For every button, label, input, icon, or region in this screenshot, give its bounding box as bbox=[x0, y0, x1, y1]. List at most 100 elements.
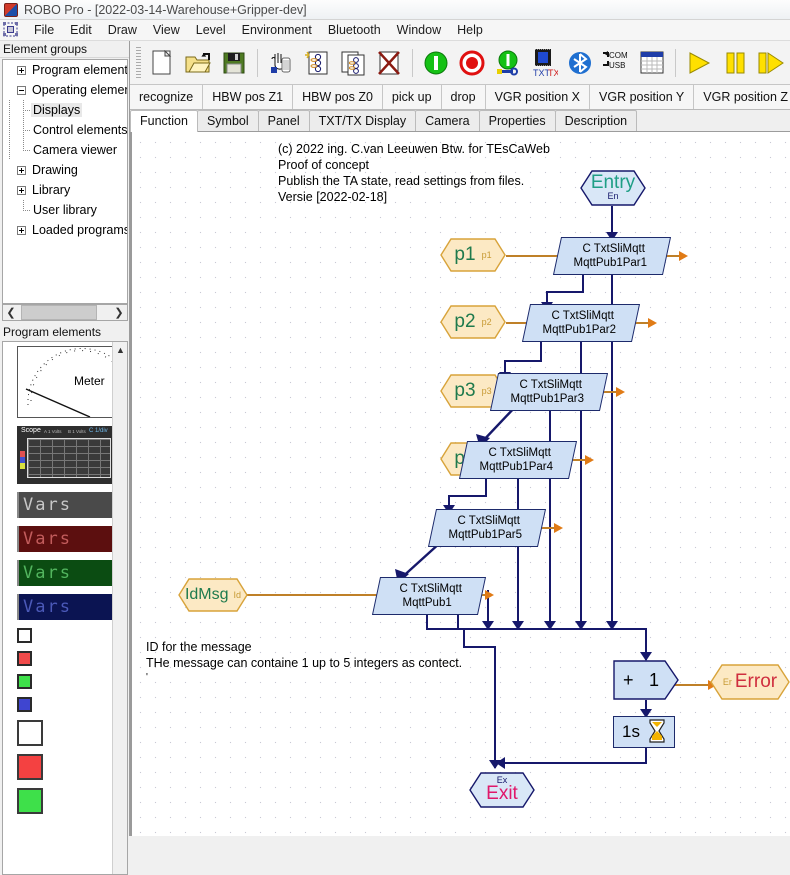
exit-node[interactable]: Ex Exit bbox=[469, 772, 535, 808]
palette-item-text-display-gray[interactable]: Vars bbox=[17, 492, 113, 518]
expand-icon[interactable] bbox=[17, 225, 26, 235]
block-line-2: MqttPub1Par3 bbox=[510, 393, 585, 405]
palette-item-text-display-red[interactable]: Vars bbox=[17, 526, 113, 552]
tree-horizontal-scrollbar[interactable]: ❮ ❯ bbox=[2, 304, 128, 321]
counter-node[interactable]: + 1 bbox=[613, 660, 679, 700]
palette-item-lamp-red-small[interactable] bbox=[17, 651, 113, 666]
scrollbar-track[interactable] bbox=[19, 305, 111, 320]
level-tab-pick-up[interactable]: pick up bbox=[382, 85, 442, 109]
scroll-left-icon[interactable]: ❮ bbox=[3, 305, 19, 320]
palette-item-lamp-green-large[interactable] bbox=[17, 788, 113, 814]
arrow-right-orange-icon bbox=[679, 251, 688, 261]
tab-symbol[interactable]: Symbol bbox=[196, 110, 259, 131]
tree-item-library[interactable]: Library bbox=[3, 180, 127, 200]
tab-camera[interactable]: Camera bbox=[415, 110, 480, 131]
toolbar-grip[interactable] bbox=[136, 46, 141, 79]
block-mqttpub1par3[interactable]: C TxtSliMqtt MqttPub1Par3 bbox=[489, 373, 609, 411]
menu-item-environment[interactable]: Environment bbox=[234, 21, 320, 39]
block-mqttpub1par1[interactable]: C TxtSliMqtt MqttPub1Par1 bbox=[552, 237, 672, 275]
pause-button[interactable] bbox=[718, 45, 752, 81]
level-tab-recognize[interactable]: recognize bbox=[130, 85, 204, 109]
tab-properties[interactable]: Properties bbox=[478, 110, 556, 131]
palette-item-text-display-blue[interactable]: Vars bbox=[17, 594, 113, 620]
scroll-right-icon[interactable]: ❯ bbox=[111, 305, 127, 320]
tree-item-displays[interactable]: Displays bbox=[3, 100, 127, 120]
tree-item-program-elements[interactable]: Program elements bbox=[3, 60, 127, 80]
palette-item-lamp-white-large[interactable] bbox=[17, 720, 113, 746]
block-mqttpub1par2[interactable]: C TxtSliMqtt MqttPub1Par2 bbox=[521, 304, 641, 342]
level-tab-hbw-pos-z0[interactable]: HBW pos Z0 bbox=[293, 85, 383, 109]
level-tab-vgr-position-z[interactable]: VGR position Z bbox=[694, 85, 790, 109]
level-tab-vgr-position-y[interactable]: VGR position Y bbox=[590, 85, 695, 109]
expand-icon[interactable] bbox=[17, 165, 26, 175]
tree-item-drawing[interactable]: Drawing bbox=[3, 160, 127, 180]
tree-item-operating-elements[interactable]: Operating elements bbox=[3, 80, 127, 100]
run-button[interactable] bbox=[682, 45, 716, 81]
open-file-button[interactable] bbox=[181, 45, 215, 81]
tab-panel[interactable]: Panel bbox=[257, 110, 310, 131]
scroll-up-icon[interactable]: ▲ bbox=[113, 342, 127, 357]
level-tab-vgr-position-x[interactable]: VGR position X bbox=[485, 85, 591, 109]
p2-node[interactable]: p2 p2 bbox=[440, 305, 506, 339]
com-usb-button[interactable]: COM USB bbox=[599, 45, 633, 81]
table-button[interactable] bbox=[635, 45, 669, 81]
menu-item-draw[interactable]: Draw bbox=[100, 21, 145, 39]
tab-txt-tx-display[interactable]: TXT/TX Display bbox=[308, 110, 417, 131]
collapse-icon[interactable] bbox=[17, 85, 26, 95]
block-mqttpub1[interactable]: C TxtSliMqtt MqttPub1 bbox=[371, 577, 487, 615]
menu-item-window[interactable]: Window bbox=[389, 21, 449, 39]
menu-item-file[interactable]: File bbox=[26, 21, 62, 39]
expand-icon[interactable] bbox=[17, 185, 26, 195]
palette-item-lamp-red-large[interactable] bbox=[17, 754, 113, 780]
block-mqttpub1par5[interactable]: C TxtSliMqtt MqttPub1Par5 bbox=[427, 509, 547, 547]
element-groups-icon[interactable] bbox=[3, 22, 20, 38]
stop-button[interactable] bbox=[455, 45, 489, 81]
menu-item-help[interactable]: Help bbox=[449, 21, 491, 39]
tree-item-control-elements[interactable]: Control elements bbox=[3, 120, 127, 140]
palette-item-lamp-green-small[interactable] bbox=[17, 674, 113, 689]
block-mqttpub1par4[interactable]: C TxtSliMqtt MqttPub1Par4 bbox=[458, 441, 578, 479]
start-button[interactable] bbox=[419, 45, 453, 81]
expand-icon[interactable] bbox=[17, 65, 26, 75]
p1-node[interactable]: p1 p1 bbox=[440, 238, 506, 272]
menu-item-level[interactable]: Level bbox=[188, 21, 234, 39]
palette-item-scope-display[interactable]: Scope A 1 Volts B 1 Volts C 1/div bbox=[17, 426, 113, 484]
menu-item-view[interactable]: View bbox=[145, 21, 188, 39]
tab-description[interactable]: Description bbox=[554, 110, 638, 131]
level-tab-hbw-pos-z1[interactable]: HBW pos Z1 bbox=[203, 85, 294, 109]
palette-item-meter-display[interactable]: Meter bbox=[17, 346, 113, 418]
palette-item-lamp-blue-small[interactable] bbox=[17, 697, 113, 712]
copy-subprogram-button[interactable] bbox=[336, 45, 370, 81]
scrollbar-thumb[interactable] bbox=[21, 305, 97, 320]
palette-vertical-scrollbar[interactable]: ▲ bbox=[112, 342, 127, 874]
menu-item-bluetooth[interactable]: Bluetooth bbox=[320, 21, 389, 39]
program-canvas-wrapper[interactable]: (c) 2022 ing. C.van Leeuwen Btw. for TEs… bbox=[130, 132, 790, 836]
yellow-pause-icon bbox=[726, 52, 745, 73]
save-file-button[interactable] bbox=[217, 45, 251, 81]
delete-subprogram-button[interactable] bbox=[372, 45, 406, 81]
error-node-label: Error bbox=[734, 671, 778, 692]
step-button[interactable] bbox=[754, 45, 788, 81]
program-canvas[interactable]: (c) 2022 ing. C.van Leeuwen Btw. for TEs… bbox=[130, 132, 790, 836]
new-subprogram-button[interactable] bbox=[300, 45, 334, 81]
txt-tx-button[interactable]: TXT TX bbox=[527, 45, 561, 81]
menu-item-edit[interactable]: Edit bbox=[62, 21, 100, 39]
block-line-1: C TxtSliMqtt bbox=[519, 379, 582, 391]
new-file-button[interactable] bbox=[145, 45, 179, 81]
palette-item-lamp-white-small[interactable] bbox=[17, 628, 113, 643]
element-groups-tree[interactable]: Program elements Operating elements Disp… bbox=[2, 59, 128, 304]
palette-item-text-display-green[interactable]: Vars bbox=[17, 560, 113, 586]
start-interface-button[interactable] bbox=[491, 45, 525, 81]
error-node[interactable]: Er Error bbox=[710, 664, 790, 700]
tree-item-user-library[interactable]: User library bbox=[3, 200, 127, 220]
select-move-button[interactable] bbox=[264, 45, 298, 81]
idmsg-node[interactable]: IdMsg Id bbox=[178, 578, 248, 612]
bluetooth-button[interactable] bbox=[563, 45, 597, 81]
tree-item-camera-viewer[interactable]: Camera viewer bbox=[3, 140, 127, 160]
delay-node[interactable]: 1s bbox=[613, 716, 675, 748]
tree-item-loaded-programs[interactable]: Loaded programs bbox=[3, 220, 127, 240]
program-elements-palette[interactable]: Meter Scope A 1 Volts B 1 Volts C 1/div bbox=[2, 341, 128, 875]
tab-function[interactable]: Function bbox=[130, 110, 198, 132]
entry-node[interactable]: Entry En bbox=[580, 170, 646, 206]
level-tab-drop[interactable]: drop bbox=[441, 85, 486, 109]
